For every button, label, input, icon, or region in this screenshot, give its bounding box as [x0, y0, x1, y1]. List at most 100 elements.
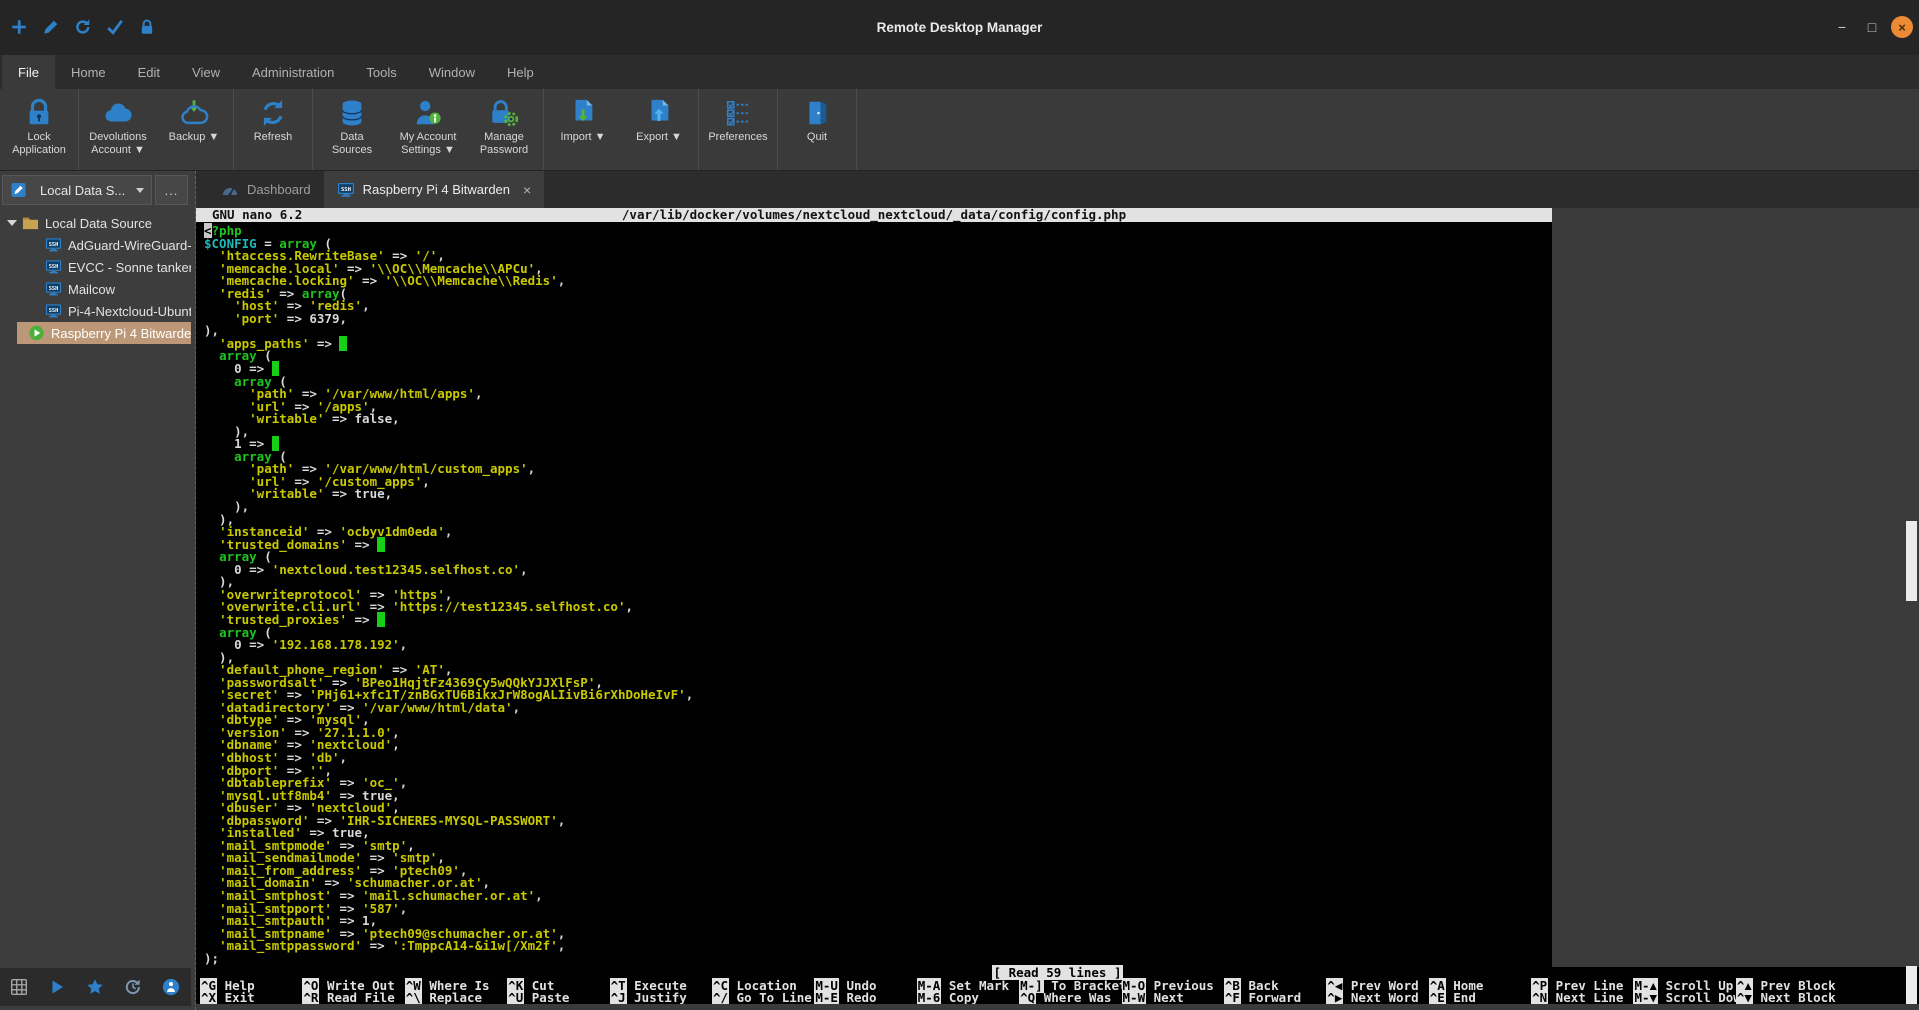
ribbon-button-devolutions-account[interactable]: Devolutions Account ▼ — [80, 89, 156, 170]
history-icon[interactable] — [124, 978, 142, 996]
sidebar-more-button[interactable]: ... — [155, 175, 188, 205]
shortcut-label: End — [1453, 989, 1476, 1005]
shortcut: ^Q Where Was — [1019, 989, 1121, 1005]
nano-shortcut-list: ^G Help ^X Exit ^O Write Out ^R Read File ^W… — [196, 977, 1919, 1005]
shortcut-column: ^▲ Prev Block ^▼ Next Block — [1735, 977, 1838, 1005]
close-button[interactable]: × — [1891, 16, 1913, 38]
shortcut-key: M-E — [814, 989, 839, 1005]
play-footer-icon[interactable] — [48, 978, 66, 996]
ribbon-button-backup[interactable]: Backup ▼ — [156, 89, 232, 170]
ribbon-group: Import ▼ Export ▼ — [544, 89, 699, 170]
grid-icon[interactable] — [10, 978, 28, 996]
code-text: => — [354, 273, 385, 289]
nano-editor-content: <?php $CONFIG = array ( 'htaccess.Rewrite… — [204, 223, 693, 966]
ribbon-button-refresh[interactable]: Refresh — [235, 89, 311, 170]
code-text: , — [474, 386, 483, 402]
code-text: 'writable' — [249, 411, 325, 427]
code-text: 'IHR-SICHERES-MYSQL-PASSWORT' — [339, 812, 558, 828]
menu-item-view[interactable]: View — [176, 55, 236, 89]
code-text — [377, 536, 385, 552]
import-icon — [568, 94, 598, 131]
ribbon-group: Lock Application — [0, 89, 79, 170]
svg-text:SSH: SSH — [341, 187, 351, 193]
ribbon-button-export[interactable]: Export ▼ — [621, 89, 697, 170]
code-text: => false, — [324, 411, 400, 427]
scrollbar-thumb-bottom[interactable] — [1906, 966, 1917, 1004]
ribbon-button-lock-application[interactable]: Lock Application — [1, 89, 77, 170]
shortcut-label: Paste — [531, 989, 570, 1005]
user-info-icon[interactable] — [162, 978, 180, 996]
ribbon-button-label: Data Sources — [332, 131, 372, 156]
tree-item-adguard-wireguard-r[interactable]: SSH AdGuard-WireGuard-R — [0, 234, 191, 256]
shortcut-column: M-A Set Mark M-6 Copy — [916, 977, 1019, 1005]
menu-item-tools[interactable]: Tools — [350, 55, 412, 89]
code-line: 'trusted_proxies' => — [204, 611, 693, 627]
tab-label: Dashboard — [247, 182, 311, 197]
shortcut-key: ^F — [1223, 989, 1241, 1005]
ribbon-button-quit[interactable]: Quit — [779, 89, 855, 170]
code-text: => — [309, 335, 340, 351]
ssh-icon: SSH — [45, 303, 62, 319]
svg-text:SSH: SSH — [49, 286, 59, 292]
backup-icon — [179, 94, 209, 131]
ribbon-label-line: Export ▼ — [636, 131, 682, 143]
shortcut-key: ^▶ — [1326, 989, 1344, 1005]
tree-item-pi-4-nextcloud-ubuntu[interactable]: SSH Pi-4-Nextcloud-Ubuntu — [0, 300, 191, 322]
ribbon-button-preferences[interactable]: Preferences — [700, 89, 776, 170]
code-text: '/var/www/html/data' — [362, 699, 513, 715]
code-line: 'writable' => true, — [204, 488, 693, 501]
tree-item-mailcow[interactable]: SSH Mailcow — [0, 278, 191, 300]
data-source-selector[interactable]: Local Data S... — [2, 175, 152, 205]
ribbon-button-import[interactable]: Import ▼ — [545, 89, 621, 170]
close-icon[interactable]: × — [523, 182, 531, 198]
shortcut-column: ^◀ Prev Word ^▶ Next Word — [1326, 977, 1428, 1005]
tree-item-local-data-source[interactable]: Local Data Source — [0, 212, 191, 234]
menu-item-edit[interactable]: Edit — [122, 55, 176, 89]
ribbon-label-line: Settings ▼ — [401, 143, 455, 156]
shortcut-key: M-▼ — [1633, 989, 1659, 1005]
ssh-terminal[interactable]: GNU nano 6.2 /var/lib/docker/volumes/nex… — [196, 208, 1552, 967]
ssh-icon: SSH — [45, 237, 62, 253]
shortcut-column: ^C Location ^/ Go To Line — [711, 977, 814, 1005]
menu-item-window[interactable]: Window — [413, 55, 491, 89]
shortcut-key: M-6 — [916, 989, 942, 1005]
shortcut-label: Next Line — [1555, 989, 1624, 1005]
manage-password-icon — [489, 94, 519, 131]
tree-item-label: Mailcow — [68, 281, 115, 297]
shortcut-label: Copy — [948, 989, 979, 1005]
shortcut-column: ^A Home ^E End — [1428, 977, 1531, 1005]
shortcut-key: ^N — [1531, 989, 1549, 1005]
tree-item-raspberry-pi-4-bitwarden[interactable]: Raspberry Pi 4 Bitwarden — [17, 322, 191, 344]
expander-icon[interactable] — [7, 220, 17, 226]
sidebar-footer-bar — [0, 968, 191, 1006]
shortcut-key: ^Q — [1019, 989, 1037, 1005]
shortcut-label: Exit — [224, 989, 255, 1005]
menu-item-file[interactable]: File — [2, 55, 55, 89]
maximize-button[interactable]: □ — [1861, 16, 1883, 38]
tab-dashboard[interactable]: Dashboard — [208, 171, 324, 208]
shortcut-label: Go To Line — [736, 989, 812, 1005]
scrollbar-thumb[interactable] — [1906, 521, 1917, 601]
svg-text:SSH: SSH — [49, 308, 59, 314]
ribbon-button-manage-password[interactable]: Manage Password — [466, 89, 542, 170]
star-icon[interactable] — [86, 978, 104, 996]
code-text: ); — [204, 950, 220, 966]
code-text — [377, 611, 385, 627]
tab-raspberry-pi-4-bitwarden[interactable]: SSH Raspberry Pi 4 Bitwarden × — [323, 171, 545, 208]
ribbon-button-label: Export ▼ — [636, 131, 682, 144]
ribbon-button-my-account-settings[interactable]: My Account Settings ▼ — [390, 89, 466, 170]
shortcut: ^F Forward — [1223, 989, 1326, 1005]
menu-item-administration[interactable]: Administration — [236, 55, 350, 89]
export-icon — [644, 94, 674, 131]
tree-item-evcc-sonne-tanken[interactable]: SSH EVCC - Sonne tanken. — [0, 256, 191, 278]
shortcut-key: ^/ — [711, 989, 730, 1005]
menu-item-help[interactable]: Help — [491, 55, 550, 89]
menu-item-home[interactable]: Home — [55, 55, 122, 89]
ribbon-label-line: Quit — [806, 131, 828, 143]
shortcut: M-W Next — [1121, 989, 1224, 1005]
right-empty-panel — [1552, 208, 1919, 967]
minimize-button[interactable]: − — [1831, 16, 1853, 38]
ribbon-button-data-sources[interactable]: Data Sources — [314, 89, 390, 170]
code-line: 'apps_paths' => — [204, 335, 693, 351]
shortcut-key: ^R — [302, 989, 320, 1005]
